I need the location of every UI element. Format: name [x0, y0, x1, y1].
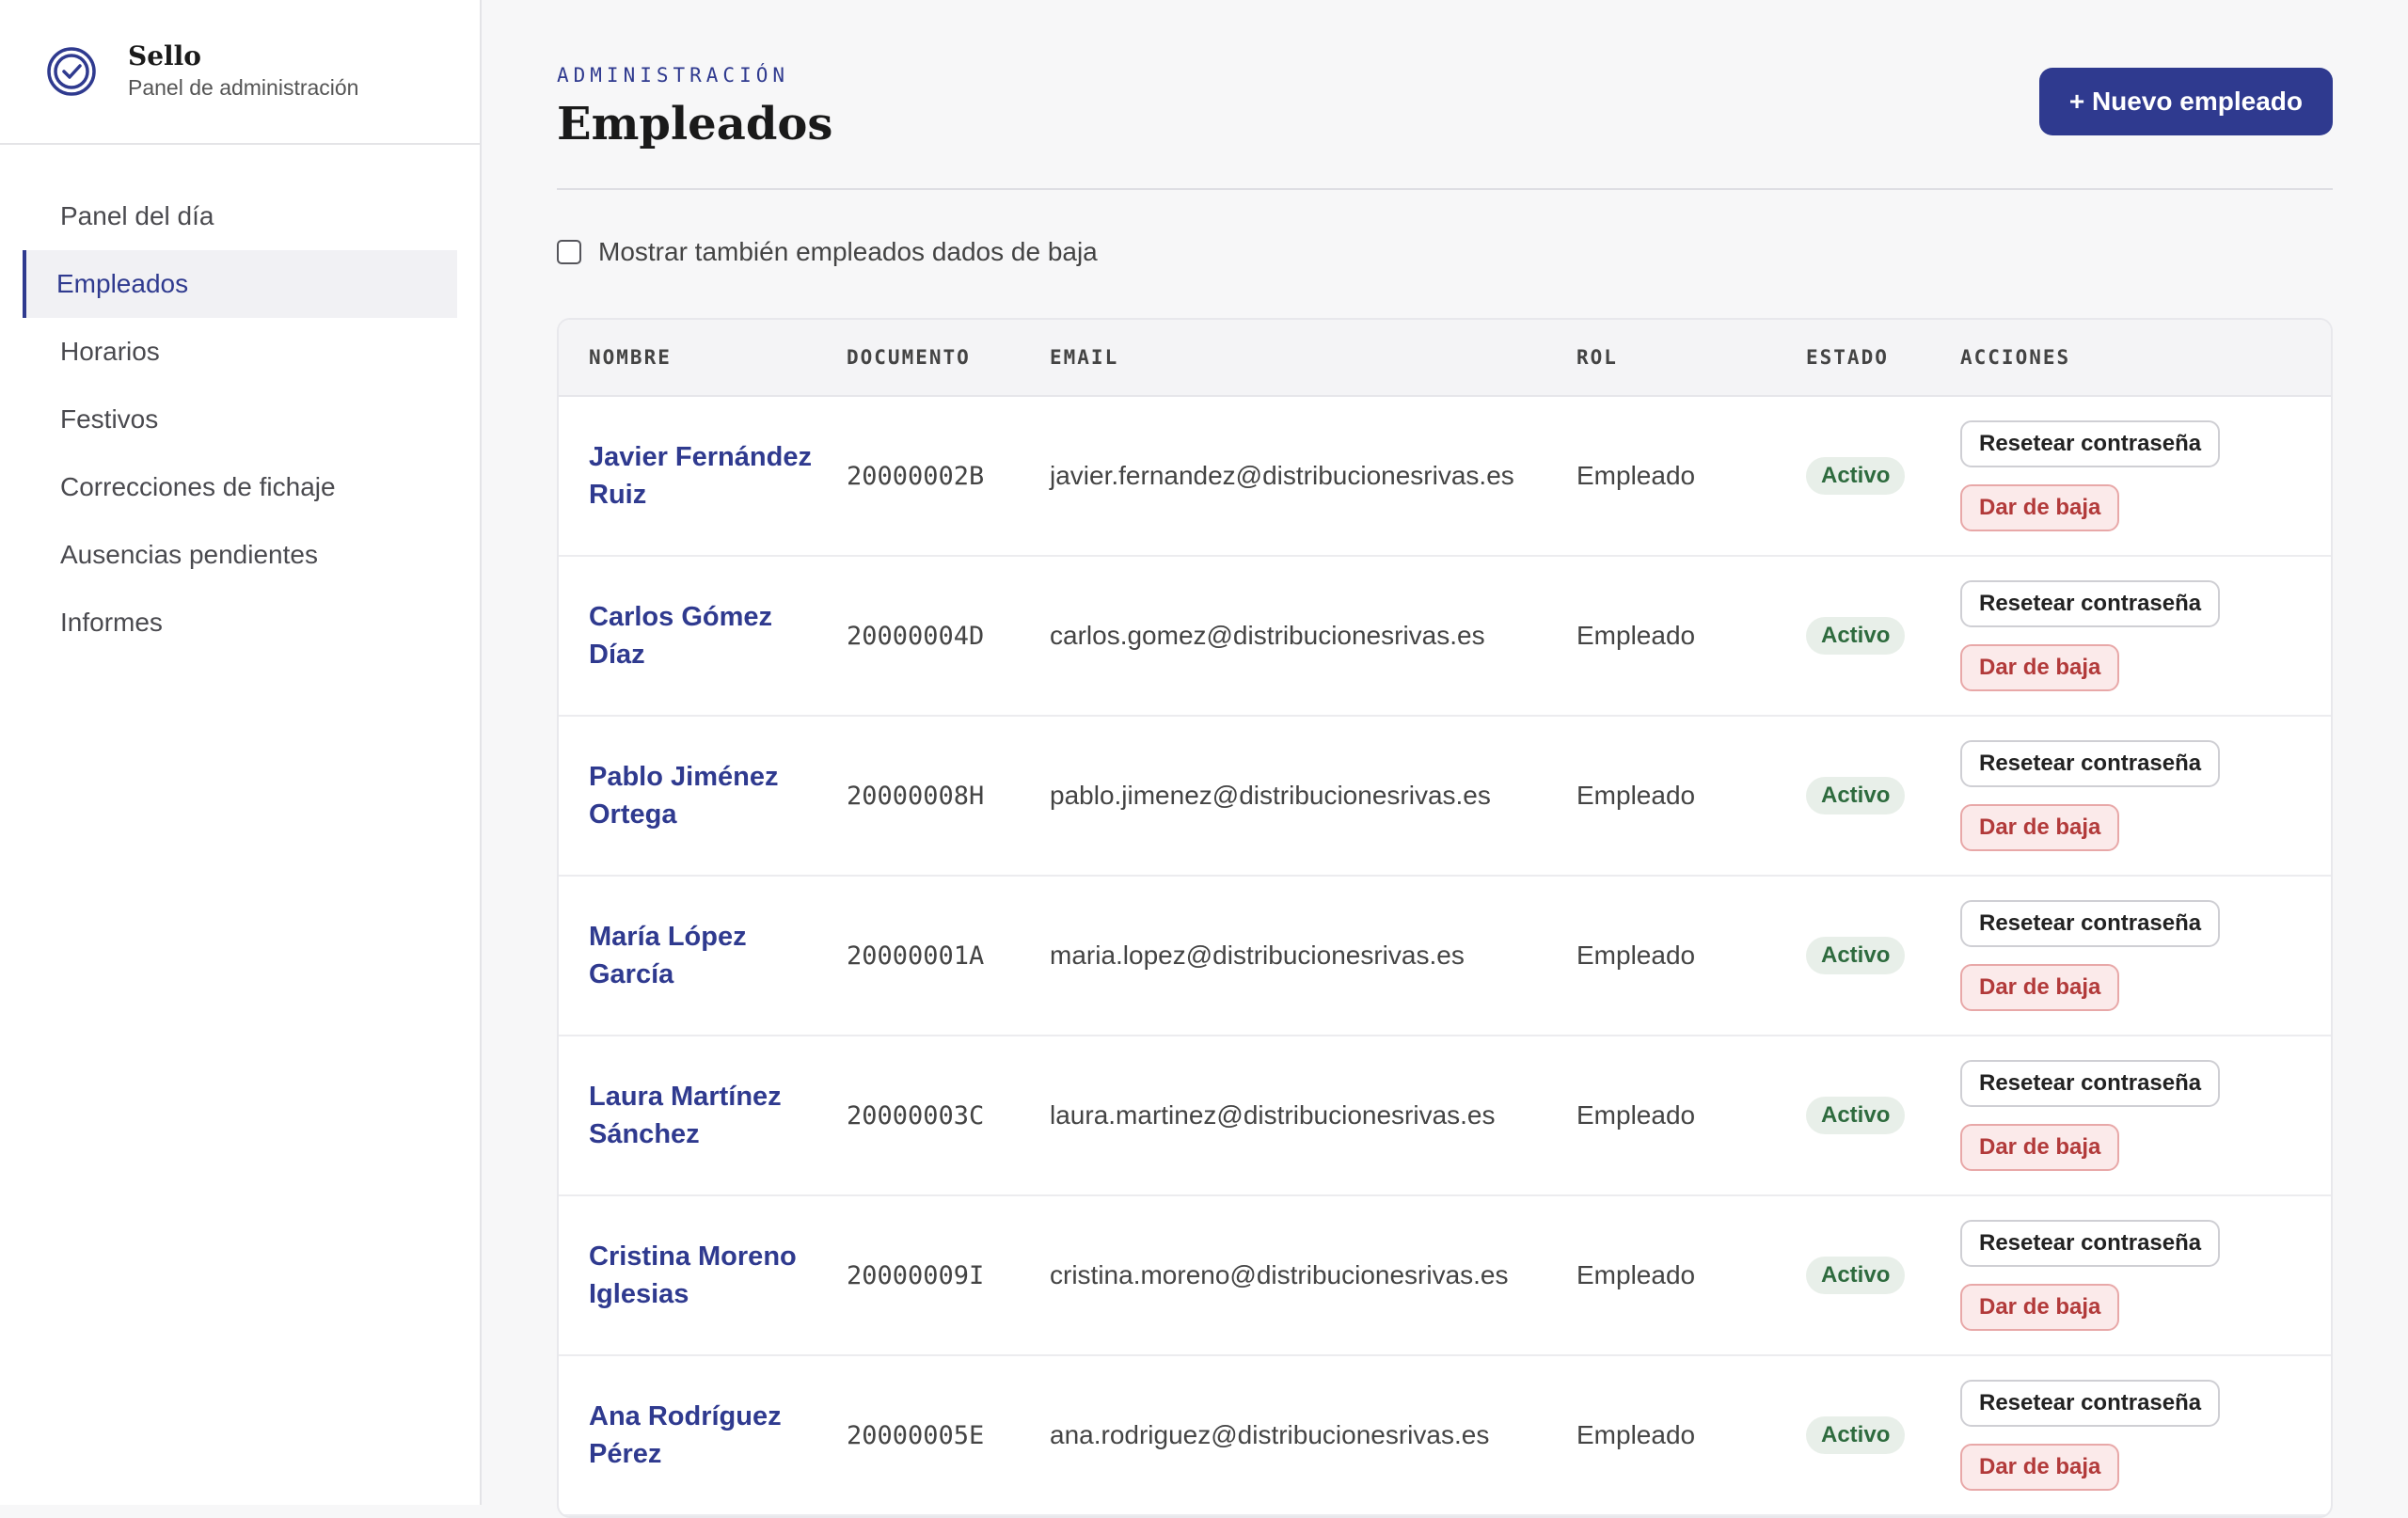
table-row: Carlos Gómez Díaz 20000004D carlos.gomez… — [559, 557, 2331, 717]
table-row: Ana Rodríguez Pérez 20000005E ana.rodrig… — [559, 1356, 2331, 1516]
deactivate-button[interactable]: Dar de baja — [1960, 644, 2120, 691]
status-badge: Activo — [1806, 1416, 1906, 1454]
deactivate-button[interactable]: Dar de baja — [1960, 1284, 2120, 1331]
employee-name-link[interactable]: Cristina Moreno Iglesias — [589, 1238, 833, 1313]
column-header-email[interactable]: EMAIL — [1050, 346, 1576, 369]
nav-item-label: Correcciones de fichaje — [60, 472, 336, 501]
employee-email: carlos.gomez@distribucionesrivas.es — [1050, 621, 1485, 650]
new-employee-button[interactable]: + Nuevo empleado — [2038, 68, 2333, 135]
page-title: Empleados — [557, 98, 833, 150]
status-badge: Activo — [1806, 777, 1906, 814]
status-badge: Activo — [1806, 1257, 1906, 1294]
status-badge: Activo — [1806, 617, 1906, 655]
nav-item-label: Empleados — [56, 269, 189, 298]
deactivate-button[interactable]: Dar de baja — [1960, 964, 2120, 1011]
status-badge: Activo — [1806, 1097, 1906, 1134]
employee-role: Empleado — [1576, 461, 1696, 490]
employee-role: Empleado — [1576, 1420, 1696, 1449]
nav-item-correcciones[interactable]: Correcciones de fichaje — [23, 453, 457, 521]
employee-document: 20000001A — [847, 941, 985, 971]
employee-name-link[interactable]: María López García — [589, 918, 833, 993]
reset-password-button[interactable]: Resetear contraseña — [1960, 740, 2221, 787]
nav-item-label: Festivos — [60, 404, 159, 434]
brand-name: Sello — [128, 40, 201, 71]
employee-document: 20000005E — [847, 1420, 985, 1450]
employee-name-link[interactable]: Pablo Jiménez Ortega — [589, 758, 833, 833]
deactivate-button[interactable]: Dar de baja — [1960, 1124, 2120, 1171]
column-header-acciones: ACCIONES — [1960, 346, 2071, 369]
table-row: Pablo Jiménez Ortega 20000008H pablo.jim… — [559, 717, 2331, 877]
brand: Sello Panel de administración — [0, 0, 480, 145]
reset-password-button[interactable]: Resetear contraseña — [1960, 580, 2221, 627]
page-eyebrow: ADMINISTRACIÓN — [557, 64, 790, 87]
nav-item-label: Panel del día — [60, 201, 214, 230]
employee-email: maria.lopez@distribucionesrivas.es — [1050, 941, 1465, 970]
nav-item-label: Horarios — [60, 337, 160, 366]
nav-item-label: Ausencias pendientes — [60, 540, 318, 569]
check-seal-icon — [45, 45, 98, 98]
employee-email: cristina.moreno@distribucionesrivas.es — [1050, 1260, 1509, 1289]
nav-item-label: Informes — [60, 608, 163, 637]
employees-table: NOMBRE DOCUMENTO EMAIL ROL ESTADO ACCION… — [557, 318, 2333, 1518]
reset-password-button[interactable]: Resetear contraseña — [1960, 420, 2221, 467]
column-header-nombre[interactable]: NOMBRE — [559, 346, 847, 369]
reset-password-button[interactable]: Resetear contraseña — [1960, 1380, 2221, 1427]
employee-document: 20000003C — [847, 1100, 985, 1131]
nav-item-horarios[interactable]: Horarios — [23, 318, 457, 386]
table-header: NOMBRE DOCUMENTO EMAIL ROL ESTADO ACCION… — [559, 320, 2331, 397]
employee-document: 20000004D — [847, 621, 985, 651]
employee-document: 20000008H — [847, 781, 985, 811]
employee-role: Empleado — [1576, 1260, 1696, 1289]
show-inactive-checkbox[interactable] — [557, 240, 581, 264]
nav-item-empleados[interactable]: Empleados — [23, 250, 457, 318]
reset-password-button[interactable]: Resetear contraseña — [1960, 1220, 2221, 1267]
sidebar: Sello Panel de administración Panel del … — [0, 0, 482, 1505]
page-header: ADMINISTRACIÓN Empleados + Nuevo emplead… — [557, 0, 2333, 190]
table-row: Cristina Moreno Iglesias 20000009I crist… — [559, 1196, 2331, 1356]
column-header-estado[interactable]: ESTADO — [1806, 346, 1960, 369]
sidebar-nav: Panel del día Empleados Horarios Festivo… — [0, 182, 480, 656]
employee-role: Empleado — [1576, 1100, 1696, 1130]
column-header-documento[interactable]: DOCUMENTO — [847, 346, 1050, 369]
nav-item-informes[interactable]: Informes — [23, 589, 457, 656]
employee-role: Empleado — [1576, 941, 1696, 970]
deactivate-button[interactable]: Dar de baja — [1960, 1444, 2120, 1491]
status-badge: Activo — [1806, 457, 1906, 495]
employee-email: laura.martinez@distribucionesrivas.es — [1050, 1100, 1496, 1130]
show-inactive-filter[interactable]: Mostrar también empleados dados de baja — [557, 237, 1098, 267]
nav-item-festivos[interactable]: Festivos — [23, 386, 457, 453]
employee-name-link[interactable]: Carlos Gómez Díaz — [589, 598, 833, 673]
employee-name-link[interactable]: Ana Rodríguez Pérez — [589, 1398, 833, 1473]
table-row: Javier Fernández Ruiz 20000002B javier.f… — [559, 397, 2331, 557]
deactivate-button[interactable]: Dar de baja — [1960, 804, 2120, 851]
table-row: María López García 20000001A maria.lopez… — [559, 877, 2331, 1036]
employee-role: Empleado — [1576, 621, 1696, 650]
status-badge: Activo — [1806, 937, 1906, 974]
employee-role: Empleado — [1576, 781, 1696, 810]
reset-password-button[interactable]: Resetear contraseña — [1960, 1060, 2221, 1107]
main-content: ADMINISTRACIÓN Empleados + Nuevo emplead… — [483, 0, 2408, 1518]
column-header-rol[interactable]: ROL — [1576, 346, 1806, 369]
reset-password-button[interactable]: Resetear contraseña — [1960, 900, 2221, 947]
brand-subtitle: Panel de administración — [128, 75, 359, 100]
employee-name-link[interactable]: Laura Martínez Sánchez — [589, 1078, 833, 1153]
nav-item-ausencias[interactable]: Ausencias pendientes — [23, 521, 457, 589]
table-row: Laura Martínez Sánchez 20000003C laura.m… — [559, 1036, 2331, 1196]
deactivate-button[interactable]: Dar de baja — [1960, 484, 2120, 531]
employee-email: ana.rodriguez@distribucionesrivas.es — [1050, 1420, 1490, 1449]
employee-document: 20000002B — [847, 461, 985, 491]
employee-document: 20000009I — [847, 1260, 985, 1290]
employee-email: javier.fernandez@distribucionesrivas.es — [1050, 461, 1514, 490]
nav-item-panel-del-dia[interactable]: Panel del día — [23, 182, 457, 250]
show-inactive-label: Mostrar también empleados dados de baja — [598, 237, 1098, 266]
employee-name-link[interactable]: Javier Fernández Ruiz — [589, 438, 833, 514]
employee-email: pablo.jimenez@distribucionesrivas.es — [1050, 781, 1491, 810]
